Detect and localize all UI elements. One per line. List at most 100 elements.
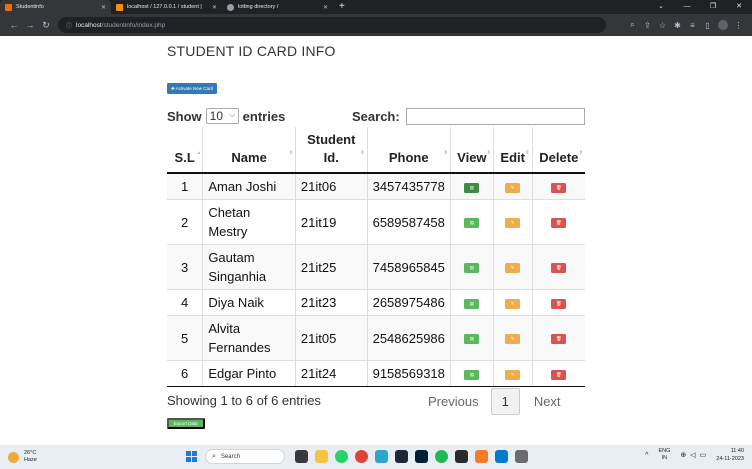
notepad-icon[interactable] bbox=[374, 450, 388, 463]
table-row: 5 Alvita Fernandes 21it05 2548625986 ▤ ✎… bbox=[167, 315, 585, 361]
tab-search-icon[interactable]: ⌄ bbox=[648, 0, 674, 14]
cell-phone: 9158569318 bbox=[366, 360, 451, 387]
extensions-icon[interactable]: ✱ bbox=[670, 21, 685, 30]
terminal-icon[interactable] bbox=[454, 450, 468, 463]
xampp-icon[interactable] bbox=[474, 450, 488, 463]
cell-name: Diya Naik bbox=[202, 289, 296, 316]
delete-button[interactable]: 🗑 bbox=[551, 182, 567, 193]
steam-icon[interactable] bbox=[394, 450, 408, 463]
edit-button[interactable]: ✎ bbox=[505, 182, 521, 193]
edit-button[interactable]: ✎ bbox=[505, 263, 521, 274]
view-button[interactable]: ▤ bbox=[464, 334, 480, 345]
cell-student-id: 21it19 bbox=[294, 199, 368, 245]
site-favicon-icon bbox=[5, 3, 12, 11]
next-page-button[interactable]: Next bbox=[520, 388, 575, 415]
wifi-icon[interactable]: ⊕ bbox=[680, 451, 686, 459]
whatsapp-icon[interactable] bbox=[334, 450, 348, 463]
battery-icon[interactable]: ▭ bbox=[700, 451, 707, 459]
cell-student-id: 21it24 bbox=[294, 360, 368, 387]
file-explorer-icon[interactable] bbox=[314, 450, 328, 463]
share-icon[interactable]: ⇪ bbox=[640, 21, 655, 30]
edit-button[interactable]: ✎ bbox=[505, 218, 521, 229]
export-data-button[interactable]: Export Data bbox=[167, 418, 205, 429]
language-indicator[interactable]: ENG IN bbox=[658, 448, 670, 462]
table-row: 4 Diya Naik 21it23 2658975486 ▤ ✎ 🗑 bbox=[167, 289, 585, 316]
menu-icon[interactable]: ⋮ bbox=[731, 21, 746, 30]
table-row: 6 Edgar Pinto 21it24 9158569318 ▤ ✎ 🗑 bbox=[167, 360, 585, 387]
show-label: Show bbox=[167, 108, 202, 124]
chevron-up-icon[interactable]: ^ bbox=[645, 452, 648, 459]
minimize-icon[interactable]: — bbox=[674, 0, 700, 14]
back-icon[interactable]: ← bbox=[6, 20, 22, 30]
delete-button[interactable]: 🗑 bbox=[551, 298, 567, 309]
column-header-name[interactable]: Name ⇕ bbox=[202, 127, 296, 174]
view-button[interactable]: ▤ bbox=[464, 263, 480, 274]
close-tab-icon[interactable]: ✕ bbox=[323, 4, 328, 11]
url-host: localhost bbox=[76, 21, 102, 29]
close-tab-icon[interactable]: ✕ bbox=[212, 4, 217, 11]
photoshop-icon[interactable] bbox=[414, 450, 428, 463]
chrome-icon[interactable] bbox=[354, 450, 368, 463]
vscode-icon[interactable] bbox=[494, 450, 508, 463]
bookmark-star-icon[interactable]: ☆ bbox=[655, 21, 670, 30]
forward-icon[interactable]: → bbox=[22, 20, 38, 30]
time: 11:40 bbox=[730, 448, 744, 454]
taskbar-apps: ⌕ Search bbox=[186, 449, 531, 464]
close-tab-icon[interactable]: ✕ bbox=[101, 4, 106, 11]
url-field[interactable]: ⓘ localhost /studentinfo/index.php bbox=[58, 17, 606, 33]
task-view-icon[interactable] bbox=[294, 450, 308, 463]
spotify-icon[interactable] bbox=[434, 450, 448, 463]
view-button[interactable]: ▤ bbox=[464, 369, 480, 380]
maximize-icon[interactable]: ❐ bbox=[700, 0, 726, 14]
edit-button[interactable]: ✎ bbox=[505, 334, 521, 345]
taskbar-search[interactable]: ⌕ Search bbox=[205, 449, 285, 464]
page-length-select[interactable]: 10 ⌵ bbox=[205, 108, 239, 124]
delete-button[interactable]: 🗑 bbox=[551, 334, 567, 345]
page-length-control: Show 10 ⌵ entries bbox=[167, 108, 285, 124]
activate-new-card-button[interactable]: ✚ Activate New Card bbox=[167, 83, 218, 94]
sort-icon: ⇕ bbox=[578, 150, 583, 157]
reload-icon[interactable]: ↻ bbox=[38, 20, 54, 31]
edit-button[interactable]: ✎ bbox=[505, 298, 521, 309]
volume-icon[interactable]: ◁ bbox=[690, 451, 695, 459]
previous-page-button[interactable]: Previous bbox=[416, 388, 491, 415]
column-header-student-id[interactable]: Student Id. ⇕ bbox=[294, 127, 368, 174]
delete-button[interactable]: 🗑 bbox=[551, 263, 567, 274]
sort-icon: ⇕ bbox=[486, 150, 491, 157]
close-window-icon[interactable]: ✕ bbox=[726, 0, 752, 14]
column-header-view[interactable]: View ⇕ bbox=[449, 127, 494, 174]
site-info-icon[interactable]: ⓘ bbox=[66, 21, 72, 30]
weather-widget[interactable]: 26°C Haze bbox=[0, 450, 100, 464]
view-button[interactable]: ▤ bbox=[464, 182, 480, 193]
delete-button[interactable]: 🗑 bbox=[551, 369, 567, 380]
new-tab-button[interactable]: + bbox=[333, 0, 351, 14]
cell-student-id: 21it06 bbox=[294, 172, 368, 200]
column-header-sl[interactable]: S.L ▴ bbox=[167, 127, 203, 174]
column-header-phone[interactable]: Phone ⇕ bbox=[366, 127, 451, 174]
taskbar: 26°C Haze ⌕ Search ^ ENG IN ⊕ ◁ ▭ 11:40 bbox=[0, 445, 752, 469]
tab-directory[interactable]: lotting directory / ✕ bbox=[222, 0, 333, 14]
media-player-icon[interactable] bbox=[514, 450, 528, 463]
edit-button[interactable]: ✎ bbox=[505, 369, 521, 380]
side-panel-icon[interactable]: ▯ bbox=[700, 21, 715, 30]
reading-list-icon[interactable]: ≡ bbox=[685, 21, 700, 30]
tab-phpmyadmin[interactable]: localhost / 127.0.0.1 / student | ✕ bbox=[111, 0, 222, 14]
toolbar-icons: ⌕ ⇪ ☆ ✱ ≡ ▯ ⋮ bbox=[625, 20, 746, 30]
sort-icon: ⇕ bbox=[525, 150, 530, 157]
profile-avatar[interactable] bbox=[718, 20, 728, 30]
column-header-edit[interactable]: Edit ⇕ bbox=[492, 127, 533, 174]
tab-studentinfo[interactable]: Studentinfo ✕ bbox=[0, 0, 111, 14]
clock[interactable]: 11:40 24-11-2023 bbox=[716, 447, 744, 463]
column-header-delete[interactable]: Delete ⇕ bbox=[531, 127, 585, 174]
search-input[interactable] bbox=[405, 108, 585, 125]
cell-name: Chetan Mestry bbox=[202, 199, 296, 245]
zoom-icon[interactable]: ⌕ bbox=[625, 20, 640, 30]
view-button[interactable]: ▤ bbox=[464, 218, 480, 229]
view-button[interactable]: ▤ bbox=[464, 298, 480, 309]
tab-label: Studentinfo bbox=[16, 4, 44, 10]
windows-start-icon[interactable] bbox=[186, 451, 197, 462]
page-1-button[interactable]: 1 bbox=[490, 388, 520, 415]
taskbar-search-label: Search bbox=[220, 453, 240, 460]
sort-icon: ⇕ bbox=[443, 150, 448, 157]
delete-button[interactable]: 🗑 bbox=[551, 218, 567, 229]
